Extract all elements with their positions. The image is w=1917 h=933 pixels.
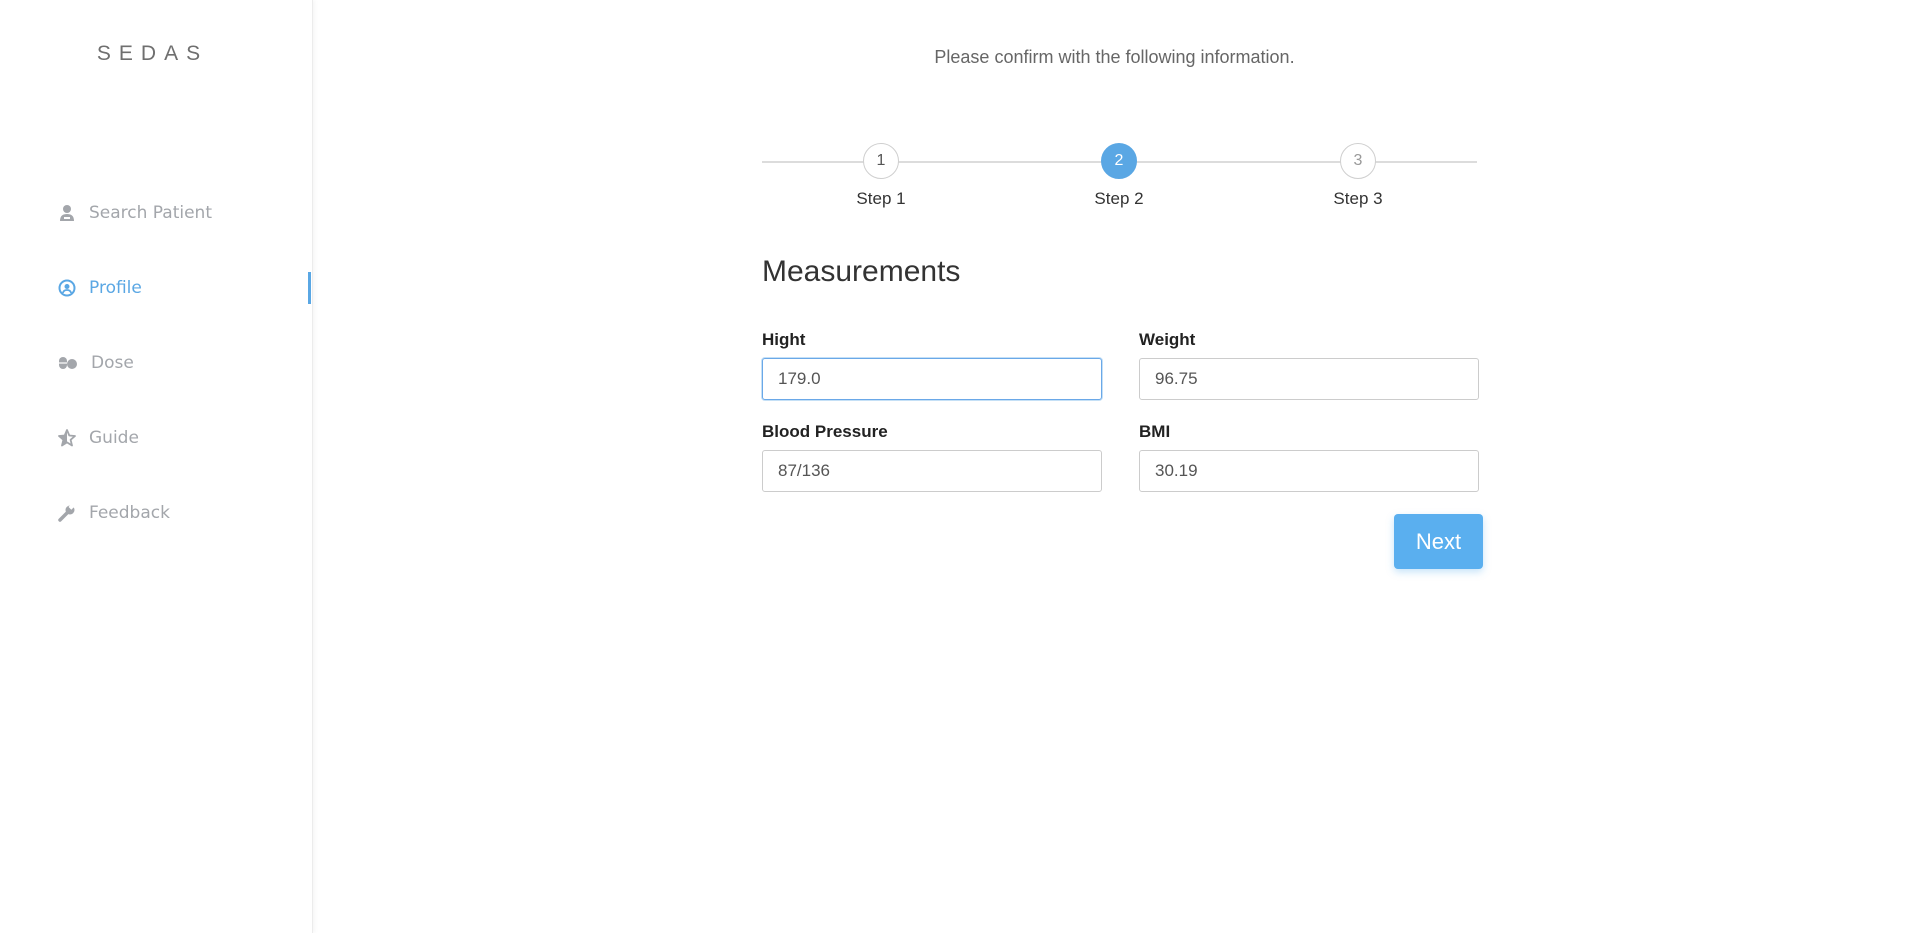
pills-icon [58,354,78,372]
weight-input[interactable] [1139,358,1479,400]
blood-pressure-label: Blood Pressure [762,422,888,441]
bmi-label: BMI [1139,422,1171,441]
user-circle-icon [58,279,76,297]
step-1[interactable]: 1 Step 1 [821,143,941,209]
step-number: 2 [1101,143,1137,179]
intro-text: Please confirm with the following inform… [934,47,1295,67]
step-label: Step 3 [1333,189,1383,208]
step-label: Step 1 [856,189,906,208]
section-title: Measurements [762,255,961,288]
sidebar: SEDAS Search Patient Profile Dose Guide … [0,0,313,933]
step-3[interactable]: 3 Step 3 [1298,143,1418,209]
sidebar-item-label: Profile [89,278,142,298]
sidebar-item-label: Dose [91,353,134,373]
step-2[interactable]: 2 Step 2 [1059,143,1179,209]
step-number: 1 [863,143,899,179]
height-label: Hight [762,330,806,349]
sidebar-item-search-patient[interactable]: Search Patient [58,198,298,228]
main-content: Please confirm with the following inform… [312,0,1917,933]
next-button[interactable]: Next [1394,514,1483,569]
blood-pressure-field: Blood Pressure [762,422,1102,492]
step-number: 3 [1340,143,1376,179]
weight-field: Weight [1139,330,1479,400]
sidebar-item-label: Guide [89,428,139,448]
brand-logo-text: SEDAS [96,42,209,65]
active-indicator [308,272,311,304]
step-label: Step 2 [1094,189,1144,208]
sidebar-item-label: Feedback [89,503,170,523]
bmi-field: BMI [1139,422,1479,492]
sidebar-item-profile[interactable]: Profile [58,273,298,303]
sidebar-item-label: Search Patient [89,203,213,223]
height-field: Hight [762,330,1102,400]
star-icon [58,429,76,447]
weight-label: Weight [1139,330,1196,349]
wrench-icon [58,504,76,522]
height-input[interactable] [762,358,1102,400]
sidebar-item-feedback[interactable]: Feedback [58,498,298,528]
stepper: 1 Step 1 2 Step 2 3 Step 3 [762,143,1477,223]
bmi-input[interactable] [1139,450,1479,492]
blood-pressure-input[interactable] [762,450,1102,492]
sidebar-item-guide[interactable]: Guide [58,423,298,453]
sidebar-item-dose[interactable]: Dose [58,348,298,378]
user-doctor-icon [58,204,76,222]
